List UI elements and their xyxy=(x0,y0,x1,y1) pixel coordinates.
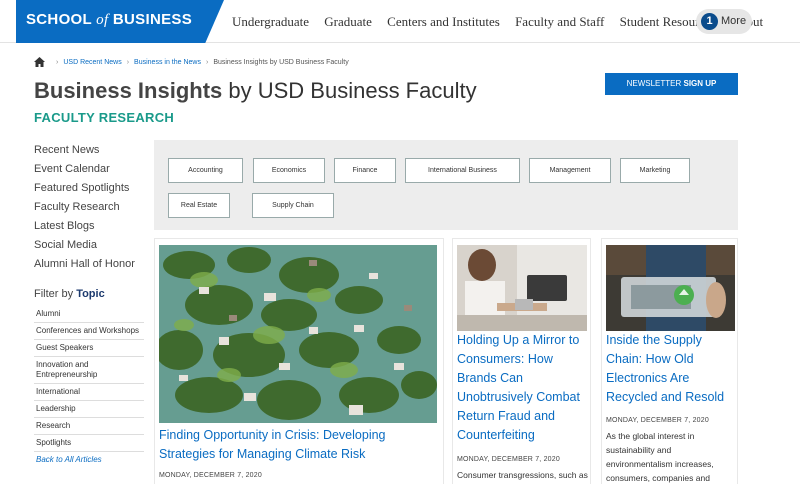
nav-faculty-staff[interactable]: Faculty and Staff xyxy=(515,14,604,29)
sidebar-item-recent-news[interactable]: Recent News xyxy=(34,143,135,162)
page-title: Business Insights by USD Business Facult… xyxy=(34,78,477,103)
article-date: MONDAY, DECEMBER 7, 2020 xyxy=(159,472,262,479)
sidebar-nav: Recent News Event Calendar Featured Spot… xyxy=(34,143,135,276)
sidebar-item-event-calendar[interactable]: Event Calendar xyxy=(34,162,135,181)
topic-international[interactable]: International xyxy=(34,384,144,401)
article-date: MONDAY, DECEMBER 7, 2020 xyxy=(457,456,560,463)
nav-undergraduate[interactable]: Undergraduate xyxy=(232,14,309,29)
category-tags-panel: Accounting Economics Finance Internation… xyxy=(154,140,738,230)
main-nav: Undergraduate Graduate Centers and Insti… xyxy=(232,14,775,30)
back-to-all-articles-link[interactable]: Back to All Articles xyxy=(34,452,144,468)
tag-accounting[interactable]: Accounting xyxy=(168,158,243,183)
tag-economics[interactable]: Economics xyxy=(253,158,325,183)
home-icon[interactable] xyxy=(34,57,45,67)
flood-image xyxy=(159,245,437,423)
article-excerpt: Consumer transgressions, such as xyxy=(457,470,588,480)
article-card[interactable]: Holding Up a Mirror to Consumers: How Br… xyxy=(452,238,591,484)
newsletter-signup-button[interactable]: NEWSLETTER SIGN UP xyxy=(605,73,738,95)
topic-filter-list: Alumni Conferences and Workshops Guest S… xyxy=(34,306,144,468)
sidebar-item-social-media[interactable]: Social Media xyxy=(34,238,135,257)
article-title[interactable]: Finding Opportunity in Crisis: Developin… xyxy=(159,426,399,464)
logo-text: SCHOOL of BUSINESS xyxy=(26,11,193,28)
more-button[interactable]: 1 More xyxy=(696,9,752,34)
nav-graduate[interactable]: Graduate xyxy=(324,14,372,29)
tag-real-estate[interactable]: Real Estate xyxy=(168,193,230,218)
breadcrumb-separator: › xyxy=(56,58,59,66)
article-card[interactable]: Inside the Supply Chain: How Old Electro… xyxy=(601,238,738,484)
article-image-flood[interactable] xyxy=(159,245,437,423)
page-subtitle: FACULTY RESEARCH xyxy=(34,110,175,125)
topic-spotlights[interactable]: Spotlights xyxy=(34,435,144,452)
topic-research[interactable]: Research xyxy=(34,418,144,435)
topic-alumni[interactable]: Alumni xyxy=(34,306,144,323)
topic-guest-speakers[interactable]: Guest Speakers xyxy=(34,340,144,357)
breadcrumb-business-news[interactable]: Business in the News xyxy=(134,59,201,66)
breadcrumb-recent-news[interactable]: USD Recent News xyxy=(63,59,121,66)
article-title[interactable]: Inside the Supply Chain: How Old Electro… xyxy=(606,331,734,407)
article-card[interactable]: Finding Opportunity in Crisis: Developin… xyxy=(154,238,444,484)
tag-international-business[interactable]: International Business xyxy=(405,158,520,183)
breadcrumb-separator: › xyxy=(205,58,209,66)
breadcrumb-current: Business Insights by USD Business Facult… xyxy=(213,58,349,66)
article-image-recycling[interactable] xyxy=(606,245,735,331)
recycling-image xyxy=(606,245,735,331)
sidebar-item-featured-spotlights[interactable]: Featured Spotlights xyxy=(34,181,135,200)
filter-heading: Filter by Topic xyxy=(34,288,105,300)
sidebar-item-alumni-hall[interactable]: Alumni Hall of Honor xyxy=(34,257,135,276)
tag-marketing[interactable]: Marketing xyxy=(620,158,690,183)
more-label: More xyxy=(721,15,747,27)
nav-centers[interactable]: Centers and Institutes xyxy=(387,14,500,29)
topic-conferences[interactable]: Conferences and Workshops xyxy=(34,323,144,340)
sidebar-item-faculty-research[interactable]: Faculty Research xyxy=(34,200,135,219)
breadcrumb-separator: › xyxy=(126,58,130,66)
tag-management[interactable]: Management xyxy=(529,158,611,183)
sidebar-item-latest-blogs[interactable]: Latest Blogs xyxy=(34,219,135,238)
breadcrumb: › USD Recent News › Business in the News… xyxy=(34,57,349,67)
article-excerpt: As the global interest in sustainability… xyxy=(606,431,714,483)
article-image-payment[interactable] xyxy=(457,245,587,331)
topic-leadership[interactable]: Leadership xyxy=(34,401,144,418)
tag-supply-chain[interactable]: Supply Chain xyxy=(252,193,334,218)
tag-finance[interactable]: Finance xyxy=(334,158,396,183)
top-header: SCHOOL of BUSINESS Undergraduate Graduat… xyxy=(0,0,800,43)
more-count-badge: 1 xyxy=(701,13,718,30)
article-title[interactable]: Holding Up a Mirror to Consumers: How Br… xyxy=(457,331,587,445)
school-logo[interactable]: SCHOOL of BUSINESS xyxy=(16,0,224,43)
article-date: MONDAY, DECEMBER 7, 2020 xyxy=(606,417,709,424)
payment-image xyxy=(457,245,587,331)
topic-innovation[interactable]: Innovation and Entrepreneurship xyxy=(34,357,144,384)
